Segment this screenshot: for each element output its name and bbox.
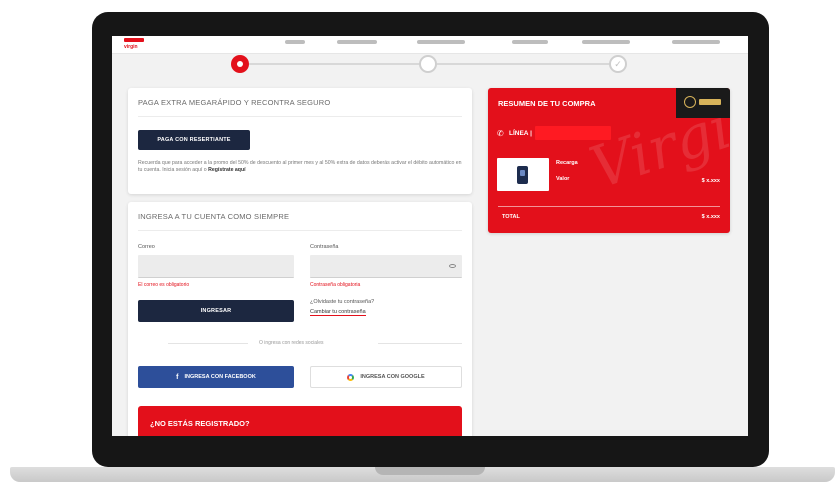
sim-phone-icon [517, 166, 528, 184]
checkout-stepper: ✓ [112, 52, 748, 76]
line-number-field [535, 126, 611, 140]
facebook-button-label: INGRESA CON FACEBOOK [184, 374, 256, 380]
line-label: LÍNEA | [509, 130, 532, 137]
social-login-text: O ingresa con redes sociales [259, 340, 324, 346]
nav-item-3[interactable] [417, 40, 465, 44]
step-1-active [231, 55, 249, 73]
login-button[interactable]: INGRESAR [138, 300, 294, 322]
register-banner-title: ¿NO ESTÁS REGISTRADO? [150, 419, 250, 428]
nav-item-2[interactable] [337, 40, 377, 44]
login-card-title: INGRESA A TU CUENTA COMO SIEMPRE [138, 212, 290, 221]
google-icon [347, 373, 355, 381]
total-value: $ x.xxx [701, 214, 720, 220]
product-price: $ x.xxx [701, 178, 720, 184]
email-error: El correo es obligatorio [138, 282, 190, 288]
facebook-icon: f [176, 373, 179, 381]
badge-bar [699, 99, 721, 105]
divider-left [168, 343, 248, 344]
recharge-info-text: Recuerda que para acceder a la promo del… [138, 160, 462, 174]
register-link[interactable]: Regístrate aquí [208, 167, 245, 173]
nav-item-5[interactable] [582, 40, 630, 44]
step-3-check-icon: ✓ [609, 55, 627, 73]
product-value-label: Valor [556, 176, 570, 182]
password-field[interactable] [310, 255, 462, 278]
forgot-question: ¿Olvidaste tu contraseña? [310, 299, 375, 305]
product-name: Recarga [556, 160, 578, 166]
recharge-card: PAGA EXTRA MEGARÁPIDO Y RECONTRA SEGURO … [128, 88, 472, 194]
summary-title: RESUMEN DE TU COMPRA [498, 99, 596, 108]
email-field[interactable] [138, 255, 294, 278]
password-error: Contraseña obligatoria [310, 282, 361, 288]
card-divider [138, 230, 462, 231]
pay-button[interactable]: PAGA CON RESERTIANTE [138, 130, 250, 150]
step-connector-2 [437, 63, 610, 65]
summary-divider [498, 206, 720, 207]
recharge-card-title: PAGA EXTRA MEGARÁPIDO Y RECONTRA SEGURO [138, 98, 331, 107]
logo-text: virgin [124, 44, 138, 50]
badge-circle-icon [684, 96, 696, 108]
nav-item-1[interactable] [285, 40, 305, 44]
phone-icon: ✆ [497, 129, 504, 138]
step-1-dot [237, 61, 243, 67]
eye-icon[interactable] [449, 264, 456, 268]
nav-item-4[interactable] [512, 40, 548, 44]
step-2 [419, 55, 437, 73]
badge-logo [676, 88, 730, 118]
login-card: INGRESA A TU CUENTA COMO SIEMPRE Correo … [128, 202, 472, 436]
brand-logo[interactable]: virgin [124, 38, 146, 50]
facebook-login-button[interactable]: f INGRESA CON FACEBOOK [138, 366, 294, 388]
email-label: Correo [138, 244, 155, 250]
logo-mark [124, 38, 144, 42]
recharge-info-body: Recuerda que para acceder a la promo del… [138, 160, 462, 173]
password-label: Contraseña [310, 244, 339, 250]
forgot-password-link[interactable]: Cambiar tu contraseña [310, 309, 366, 316]
product-image [497, 158, 549, 191]
purchase-summary-card: Virgin RESUMEN DE TU COMPRA ✆ LÍNEA | Re… [488, 88, 730, 233]
nav-item-6[interactable] [672, 40, 720, 44]
google-login-button[interactable]: INGRESA CON GOOGLE [310, 366, 462, 388]
step-connector-1 [249, 63, 421, 65]
divider-right [378, 343, 462, 344]
card-divider [138, 116, 462, 117]
total-label: TOTAL [502, 214, 520, 220]
google-button-label: INGRESA CON GOOGLE [360, 374, 425, 380]
register-banner[interactable]: ¿NO ESTÁS REGISTRADO? [138, 406, 462, 436]
laptop-notch [375, 467, 485, 475]
laptop-screen: virgin ✓ PAGA EXTRA MEGARÁPIDO Y RECONTR… [112, 36, 748, 436]
